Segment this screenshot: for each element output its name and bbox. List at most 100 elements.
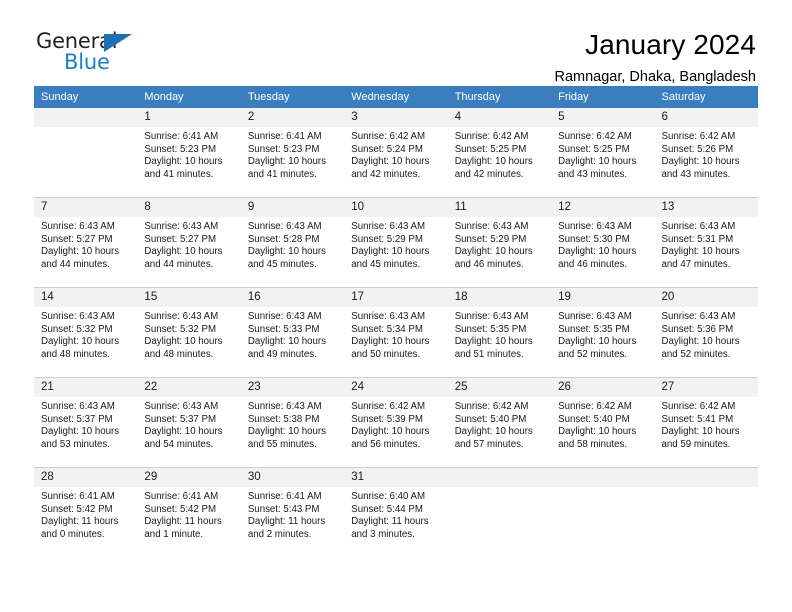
calendar-day-cell[interactable]: 6 Sunrise: 6:42 AM Sunset: 5:26 PM Daylight… [654, 108, 758, 198]
day-cell-inner: 18 Sunrise: 6:43 AM Sunset: 5:35 PM Dayligh… [447, 288, 552, 377]
day-number: 30 [240, 468, 345, 487]
daylight-text-line2: and 53 minutes. [41, 438, 110, 450]
calendar-day-cell[interactable]: 17 Sunrise: 6:43 AM Sunset: 5:34 PM Dayligh… [344, 287, 448, 378]
day-number [654, 468, 758, 487]
daylight-text-line2: and 48 minutes. [144, 348, 214, 360]
daylight-text-line2: and 3 minutes. [351, 528, 415, 540]
daylight-text-line1: Daylight: 10 hours [144, 426, 223, 438]
day-number [551, 468, 655, 487]
calendar-day-cell[interactable]: 8 Sunrise: 6:43 AM Sunset: 5:27 PM Daylight… [137, 197, 241, 288]
calendar-day-cell[interactable]: 20 Sunrise: 6:43 AM Sunset: 5:36 PM Dayligh… [654, 287, 758, 378]
calendar-day-cell[interactable]: 19 Sunrise: 6:43 AM Sunset: 5:35 PM Dayligh… [551, 287, 655, 378]
daylight-text-line2: and 48 minutes. [41, 348, 110, 360]
calendar-day-cell[interactable]: 28 Sunrise: 6:41 AM Sunset: 5:42 PM Dayligh… [34, 467, 138, 557]
daylight-text-line1: Daylight: 10 hours [661, 156, 740, 168]
day-sun-info: Sunrise: 6:43 AM Sunset: 5:29 PM Daylight:… [448, 217, 551, 271]
calendar-week-row: 28 Sunrise: 6:41 AM Sunset: 5:42 PM Dayligh… [34, 467, 758, 557]
sunset-text: Sunset: 5:32 PM [144, 323, 217, 335]
day-number: 14 [34, 288, 138, 307]
calendar-day-cell[interactable]: 7 Sunrise: 6:43 AM Sunset: 5:27 PM Daylight… [34, 197, 138, 288]
day-sun-info: Sunrise: 6:42 AM Sunset: 5:40 PM Daylight:… [448, 397, 551, 451]
calendar-day-cell[interactable]: 13 Sunrise: 6:43 AM Sunset: 5:31 PM Dayligh… [654, 197, 758, 288]
sunrise-text: Sunrise: 6:43 AM [661, 221, 736, 232]
daylight-text-line2: and 41 minutes. [247, 168, 317, 180]
daylight-text-line1: Daylight: 10 hours [41, 426, 120, 438]
calendar-day-cell[interactable]: 11 Sunrise: 6:43 AM Sunset: 5:29 PM Dayligh… [447, 197, 552, 288]
day-sun-info: Sunrise: 6:40 AM Sunset: 5:44 PM Daylight:… [344, 487, 447, 541]
day-sun-info: Sunrise: 6:42 AM Sunset: 5:26 PM Daylight:… [655, 127, 758, 181]
day-number: 13 [654, 198, 758, 217]
daylight-text-line1: Daylight: 10 hours [558, 156, 637, 168]
daylight-text-line1: Daylight: 11 hours [41, 516, 119, 528]
daylight-text-line2: and 42 minutes. [454, 168, 524, 180]
calendar-day-cell[interactable]: 10 Sunrise: 6:43 AM Sunset: 5:29 PM Dayligh… [344, 197, 448, 288]
day-number: 2 [240, 108, 345, 127]
calendar-day-cell[interactable]: 1 Sunrise: 6:41 AM Sunset: 5:23 PM Daylight… [137, 108, 241, 198]
sunrise-text: Sunrise: 6:43 AM [247, 311, 322, 322]
sunset-text: Sunset: 5:40 PM [454, 413, 527, 425]
day-cell-inner: 14 Sunrise: 6:43 AM Sunset: 5:32 PM Dayligh… [34, 288, 138, 377]
sunset-text: Sunset: 5:23 PM [247, 143, 320, 155]
daylight-text-line1: Daylight: 10 hours [454, 426, 533, 438]
sunrise-text: Sunrise: 6:43 AM [351, 311, 426, 322]
calendar-day-cell[interactable]: 3 Sunrise: 6:42 AM Sunset: 5:24 PM Daylight… [344, 108, 448, 198]
sunset-text: Sunset: 5:34 PM [351, 323, 423, 335]
daylight-text-line2: and 55 minutes. [247, 438, 317, 450]
page-title: January 2024 [585, 29, 756, 60]
calendar-day-cell[interactable]: 29 Sunrise: 6:41 AM Sunset: 5:42 PM Dayligh… [137, 467, 241, 557]
calendar-body: 1 Sunrise: 6:41 AM Sunset: 5:23 PM Daylight… [34, 108, 758, 557]
sunset-text: Sunset: 5:26 PM [661, 143, 734, 155]
sunrise-text: Sunrise: 6:42 AM [661, 401, 736, 412]
calendar-day-cell[interactable]: 22 Sunrise: 6:43 AM Sunset: 5:37 PM Dayligh… [137, 377, 241, 468]
calendar-day-cell[interactable]: 30 Sunrise: 6:41 AM Sunset: 5:43 PM Dayligh… [240, 467, 345, 557]
day-cell-inner: 15 Sunrise: 6:43 AM Sunset: 5:32 PM Dayligh… [137, 288, 241, 377]
calendar-day-cell[interactable]: 2 Sunrise: 6:41 AM Sunset: 5:23 PM Daylight… [240, 108, 345, 198]
day-sun-info: Sunrise: 6:43 AM Sunset: 5:29 PM Daylight:… [344, 217, 447, 271]
daylight-text-line1: Daylight: 10 hours [558, 336, 637, 348]
sunrise-text: Sunrise: 6:42 AM [558, 131, 632, 142]
brand-logo[interactable]: General Blue [36, 28, 148, 80]
calendar-day-cell[interactable]: 23 Sunrise: 6:43 AM Sunset: 5:38 PM Dayligh… [240, 377, 345, 468]
sunset-text: Sunset: 5:25 PM [558, 143, 630, 155]
sunset-text: Sunset: 5:42 PM [144, 503, 217, 515]
calendar-day-cell[interactable]: 25 Sunrise: 6:42 AM Sunset: 5:40 PM Dayligh… [447, 377, 552, 468]
calendar-day-cell[interactable]: 21 Sunrise: 6:43 AM Sunset: 5:37 PM Dayligh… [34, 377, 138, 468]
day-number: 11 [447, 198, 552, 217]
daylight-text-line2: and 54 minutes. [144, 438, 214, 450]
sunrise-text: Sunrise: 6:43 AM [558, 221, 632, 232]
day-number: 22 [137, 378, 241, 397]
day-cell-inner: 26 Sunrise: 6:42 AM Sunset: 5:40 PM Dayligh… [551, 378, 655, 467]
sunrise-text: Sunrise: 6:41 AM [144, 131, 219, 142]
daylight-text-line1: Daylight: 10 hours [661, 246, 740, 258]
day-number: 24 [344, 378, 448, 397]
sunrise-text: Sunrise: 6:43 AM [454, 311, 529, 322]
calendar-day-cell[interactable]: 16 Sunrise: 6:43 AM Sunset: 5:33 PM Dayligh… [240, 287, 345, 378]
day-cell-inner: 1 Sunrise: 6:41 AM Sunset: 5:23 PM Daylight… [137, 108, 241, 197]
calendar-day-cell[interactable]: 4 Sunrise: 6:42 AM Sunset: 5:25 PM Daylight… [447, 108, 552, 198]
calendar-day-cell[interactable]: 5 Sunrise: 6:42 AM Sunset: 5:25 PM Daylight… [551, 108, 655, 198]
daylight-text-line2: and 46 minutes. [558, 258, 628, 270]
day-cell-inner: 3 Sunrise: 6:42 AM Sunset: 5:24 PM Daylight… [344, 108, 448, 197]
calendar-day-cell[interactable]: 14 Sunrise: 6:43 AM Sunset: 5:32 PM Dayligh… [34, 287, 138, 378]
calendar-week-row: 21 Sunrise: 6:43 AM Sunset: 5:37 PM Dayligh… [34, 377, 758, 468]
day-number: 28 [34, 468, 138, 487]
calendar-day-cell[interactable]: 27 Sunrise: 6:42 AM Sunset: 5:41 PM Dayligh… [654, 377, 758, 468]
sunset-text: Sunset: 5:23 PM [144, 143, 217, 155]
calendar-day-cell[interactable]: 9 Sunrise: 6:43 AM Sunset: 5:28 PM Daylight… [240, 197, 345, 288]
day-number: 9 [240, 198, 345, 217]
daylight-text-line1: Daylight: 10 hours [247, 156, 326, 168]
day-sun-info: Sunrise: 6:43 AM Sunset: 5:38 PM Daylight:… [241, 397, 344, 451]
calendar-day-cell[interactable]: 18 Sunrise: 6:43 AM Sunset: 5:35 PM Dayligh… [447, 287, 552, 378]
day-cell-inner: 23 Sunrise: 6:43 AM Sunset: 5:38 PM Dayligh… [240, 378, 345, 467]
calendar-day-cell[interactable]: 15 Sunrise: 6:43 AM Sunset: 5:32 PM Dayligh… [137, 287, 241, 378]
day-cell-inner: 24 Sunrise: 6:42 AM Sunset: 5:39 PM Dayligh… [344, 378, 448, 467]
sunset-text: Sunset: 5:40 PM [558, 413, 630, 425]
daylight-text-line1: Daylight: 10 hours [351, 246, 430, 258]
weekday-header-tuesday: Tuesday [240, 86, 345, 108]
calendar-day-cell[interactable]: 26 Sunrise: 6:42 AM Sunset: 5:40 PM Dayligh… [551, 377, 655, 468]
calendar-day-cell[interactable]: 31 Sunrise: 6:40 AM Sunset: 5:44 PM Dayligh… [344, 467, 448, 557]
day-sun-info: Sunrise: 6:41 AM Sunset: 5:23 PM Daylight:… [241, 127, 344, 181]
calendar-day-cell[interactable]: 24 Sunrise: 6:42 AM Sunset: 5:39 PM Dayligh… [344, 377, 448, 468]
day-cell-inner [34, 108, 138, 197]
calendar-day-cell[interactable]: 12 Sunrise: 6:43 AM Sunset: 5:30 PM Dayligh… [551, 197, 655, 288]
